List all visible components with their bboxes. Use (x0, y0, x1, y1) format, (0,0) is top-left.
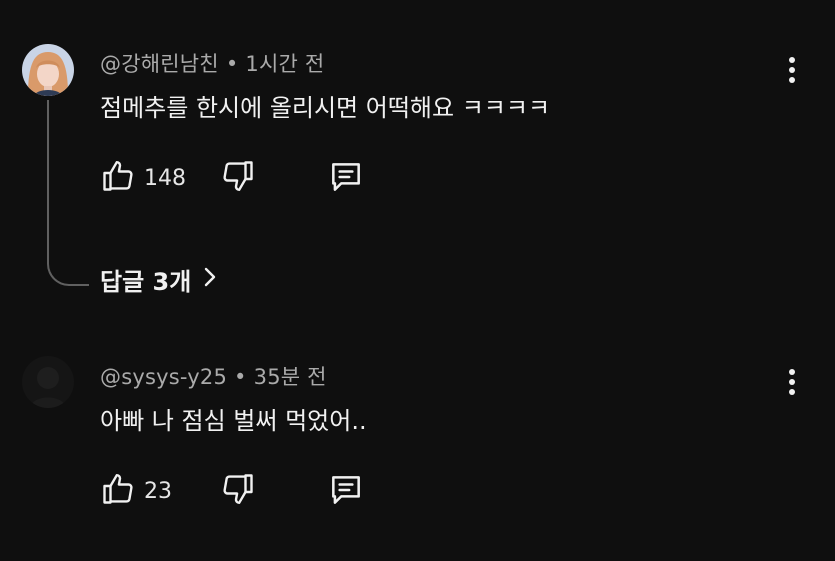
thumbs-up-icon (100, 471, 136, 511)
chevron-right-icon (191, 266, 217, 294)
thread-connector-line (47, 100, 89, 286)
like-button[interactable]: 23 (100, 471, 172, 511)
comment-time[interactable]: 35분 전 (254, 365, 327, 389)
comment-author[interactable]: @강해린남친 (100, 52, 219, 76)
dislike-button[interactable] (220, 471, 256, 511)
reply-comment-icon (327, 158, 365, 200)
reply-button[interactable] (327, 158, 365, 200)
reply-comment-icon (327, 471, 365, 513)
more-vertical-icon[interactable] (782, 56, 802, 86)
replies-label: 답글 3개 (100, 268, 192, 296)
thumbs-down-icon (220, 471, 256, 511)
comment-meta: @sysys-y25 • 35분 전 (100, 361, 327, 391)
comment-meta: @강해린남친 • 1시간 전 (100, 48, 324, 78)
comment-time[interactable]: 1시간 전 (245, 52, 324, 76)
meta-separator: • (234, 365, 247, 389)
comment-text: 점메추를 한시에 올리시면 어떡해요 ㅋㅋㅋㅋ (100, 94, 551, 122)
thumbs-down-icon (220, 158, 256, 198)
avatar[interactable] (22, 44, 74, 96)
comment-author[interactable]: @sysys-y25 (100, 365, 227, 389)
meta-separator: • (225, 52, 239, 76)
more-vertical-icon[interactable] (782, 368, 802, 398)
like-button[interactable]: 148 (100, 158, 186, 198)
thumbs-up-icon (100, 158, 136, 198)
dislike-button[interactable] (220, 158, 256, 198)
like-count: 23 (144, 478, 172, 504)
view-replies-button[interactable]: 답글 3개 (100, 262, 217, 297)
reply-button[interactable] (327, 471, 365, 513)
comment-text: 아빠 나 점심 벌써 먹었어.. (100, 407, 367, 435)
avatar[interactable] (22, 356, 74, 408)
like-count: 148 (144, 165, 186, 191)
